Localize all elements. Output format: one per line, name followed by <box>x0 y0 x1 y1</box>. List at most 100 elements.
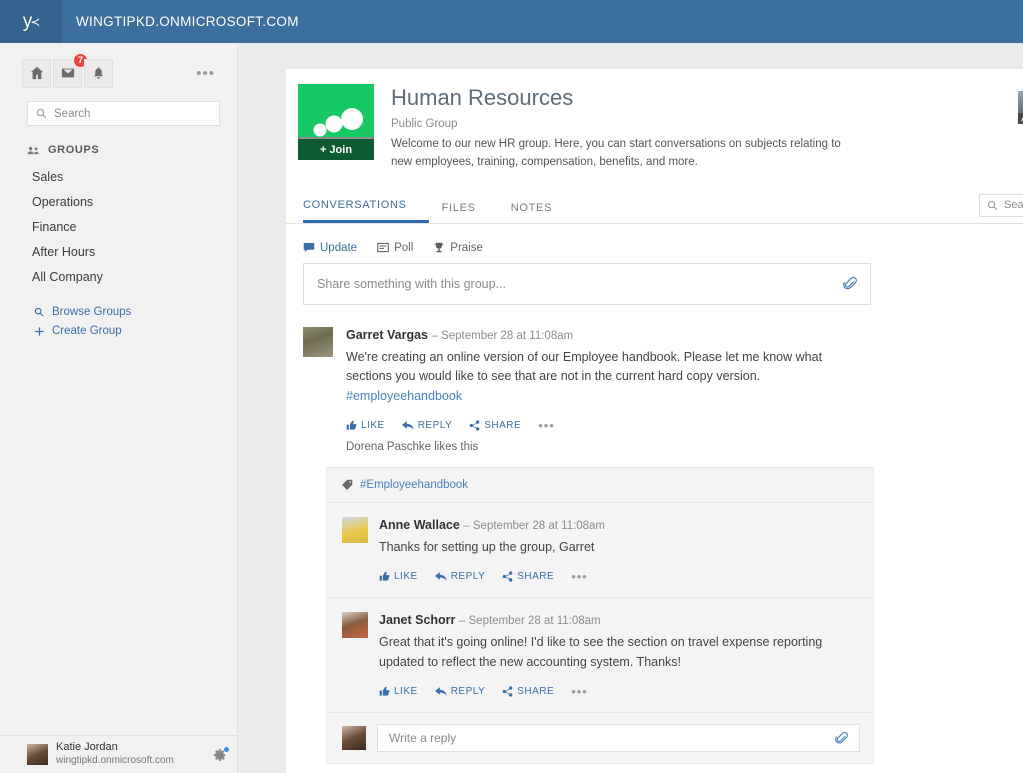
share-icon <box>502 571 513 582</box>
feed-post: Garret Vargas – September 28 at 11:08am … <box>296 305 871 453</box>
sidebar-item-operations[interactable]: Operations <box>0 190 237 215</box>
like-label: LIKE <box>394 571 418 583</box>
like-button[interactable]: LIKE <box>379 571 418 582</box>
group-search-input[interactable] <box>1004 199 1023 212</box>
reply-timestamp: – September 28 at 11:08am <box>463 519 606 532</box>
avatar[interactable] <box>342 516 368 543</box>
reply-author[interactable]: Anne Wallace <box>379 518 460 532</box>
yammer-logo-icon: y ≺ <box>22 11 41 32</box>
tab-conversations[interactable]: CONVERSATIONS <box>303 199 429 223</box>
composer-mode-praise-label: Praise <box>450 241 483 254</box>
group-search[interactable] <box>979 193 1023 217</box>
avatar <box>342 725 366 750</box>
main-canvas: + Join Human Resources Public Group Welc… <box>238 43 1023 773</box>
share-label: SHARE <box>517 685 555 697</box>
share-button[interactable]: SHARE <box>469 420 521 431</box>
group-tabbar: CONVERSATIONS FILES NOTES <box>286 188 1023 224</box>
post-actions: LIKE REPLY SHARE ••• <box>346 406 871 432</box>
settings-notification-dot <box>224 746 229 752</box>
thread-topic[interactable]: #Employeehandbook <box>327 468 873 503</box>
write-reply-row <box>327 713 873 763</box>
group-privacy-label: Public Group <box>391 118 458 131</box>
join-group-button[interactable]: + Join <box>298 137 374 160</box>
reply-button[interactable]: REPLY <box>434 686 486 697</box>
left-sidebar: 7 ••• GROUPS Sales Operations Finance Af… <box>0 43 238 773</box>
post-hashtag[interactable]: #employeehandbook <box>346 389 462 403</box>
write-reply-box[interactable] <box>377 723 860 752</box>
sidebar-item-sales[interactable]: Sales <box>0 165 237 190</box>
reply-button[interactable]: REPLY <box>401 420 453 431</box>
sidebar-icon-row: 7 ••• <box>0 43 237 91</box>
thumbs-up-icon <box>379 571 390 582</box>
reply-text: Thanks for setting up the group, Garret <box>379 539 595 554</box>
create-group-link[interactable]: Create Group <box>0 322 237 341</box>
reply-more-icon[interactable]: ••• <box>571 570 588 583</box>
avatar[interactable] <box>303 326 333 357</box>
composer-mode-poll-label: Poll <box>394 241 414 254</box>
search-input[interactable] <box>54 107 211 120</box>
share-label: SHARE <box>484 419 522 431</box>
yammer-logo[interactable]: y ≺ <box>0 0 62 43</box>
like-label: LIKE <box>361 419 385 431</box>
reply-actions: LIKE REPLY SHARE ••• <box>379 672 858 698</box>
post-more-icon[interactable]: ••• <box>538 419 555 432</box>
composer-mode-tabs: Update Poll Praise <box>296 242 871 254</box>
reply-author[interactable]: Janet Schorr <box>379 613 455 627</box>
tag-icon <box>342 479 353 491</box>
like-button[interactable]: LIKE <box>379 686 418 697</box>
page-title: Human Resources <box>391 85 574 110</box>
speech-bubble-icon <box>303 242 315 253</box>
reply-timestamp: – September 28 at 11:08am <box>458 615 601 628</box>
top-header-bar: y ≺ WINGTIPKD.ONMICROSOFT.COM <box>0 0 1023 43</box>
create-group-label: Create Group <box>52 325 122 337</box>
reply-text: Great that it's going online! I'd like t… <box>379 635 823 669</box>
thread-reply: Anne Wallace – September 28 at 11:08am T… <box>327 503 873 599</box>
group-header: + Join Human Resources Public Group Welc… <box>286 69 1023 172</box>
admin-badge: Admin <box>1018 113 1023 124</box>
search-icon <box>34 307 49 317</box>
reply-more-icon[interactable]: ••• <box>571 685 588 698</box>
group-description: Welcome to our new HR group. Here, you c… <box>391 138 841 168</box>
sidebar-links: Browse Groups Create Group <box>0 290 237 341</box>
composer-mode-praise[interactable]: Praise <box>433 242 483 254</box>
reply-label: REPLY <box>450 571 486 583</box>
like-button[interactable]: LIKE <box>346 420 385 431</box>
current-user-name: Katie Jordan <box>56 741 118 754</box>
reply-actions: LIKE REPLY SHARE ••• <box>379 557 858 583</box>
sidebar-item-finance[interactable]: Finance <box>0 215 237 240</box>
avatar[interactable] <box>342 612 368 639</box>
group-member-avatars: Admin <box>1018 91 1023 124</box>
composer-input[interactable] <box>317 276 843 291</box>
sidebar-item-after-hours[interactable]: After Hours <box>0 240 237 265</box>
post-author[interactable]: Garret Vargas <box>346 328 428 342</box>
browse-groups-link[interactable]: Browse Groups <box>0 303 237 322</box>
bell-icon[interactable] <box>84 58 113 88</box>
member-avatar-admin[interactable]: Admin <box>1018 91 1023 124</box>
search-icon <box>36 108 47 119</box>
post-likes-summary: Dorena Paschke likes this <box>346 440 479 453</box>
tenant-name: WINGTIPKD.ONMICROSOFT.COM <box>76 14 299 29</box>
post-composer[interactable] <box>303 262 871 305</box>
sidebar-search[interactable] <box>27 101 220 126</box>
sidebar-more-icon[interactable]: ••• <box>196 66 223 81</box>
write-reply-input[interactable] <box>389 730 835 745</box>
gear-icon[interactable] <box>213 746 229 762</box>
composer-mode-update[interactable]: Update <box>303 242 357 254</box>
sidebar-groups-list: Sales Operations Finance After Hours All… <box>0 156 237 290</box>
paperclip-icon[interactable] <box>835 731 849 745</box>
trophy-icon <box>433 242 445 254</box>
current-user-bar[interactable]: Katie Jordan wingtipkd.onmicrosoft.com <box>0 735 237 773</box>
home-icon[interactable] <box>22 58 51 88</box>
reply-arrow-icon <box>434 571 447 582</box>
share-button[interactable]: SHARE <box>502 686 554 697</box>
tab-files[interactable]: FILES <box>442 202 498 223</box>
paperclip-icon[interactable] <box>843 276 858 291</box>
share-button[interactable]: SHARE <box>502 571 554 582</box>
inbox-icon[interactable]: 7 <box>53 52 88 88</box>
avatar <box>27 744 48 765</box>
tab-notes[interactable]: NOTES <box>511 202 574 223</box>
reply-button[interactable]: REPLY <box>434 571 486 583</box>
sidebar-item-all-company[interactable]: All Company <box>0 265 237 290</box>
plus-icon <box>34 326 49 337</box>
composer-mode-poll[interactable]: Poll <box>377 242 413 254</box>
